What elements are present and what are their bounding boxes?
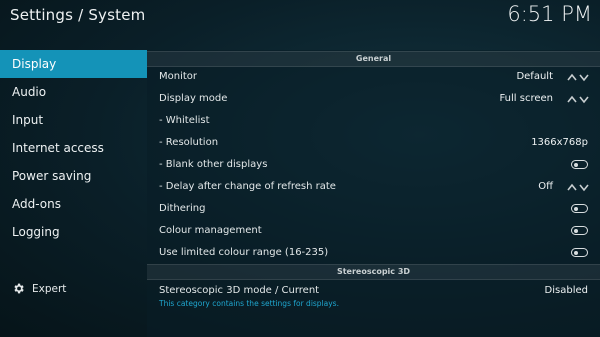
group-header-general: General bbox=[147, 51, 600, 67]
setting-label: - Blank other displays bbox=[159, 159, 268, 170]
sidebar-item-power-saving[interactable]: Power saving bbox=[0, 162, 147, 190]
setting-value: Full screen bbox=[499, 93, 553, 104]
sidebar-item-add-ons[interactable]: Add-ons bbox=[0, 190, 147, 218]
setting-delay-refresh-rate[interactable]: - Delay after change of refresh rate Off bbox=[147, 176, 600, 198]
sidebar-item-internet-access[interactable]: Internet access bbox=[0, 134, 147, 162]
toggle-switch[interactable] bbox=[571, 160, 588, 169]
setting-value: 1366x768p bbox=[531, 137, 588, 148]
setting-dithering[interactable]: Dithering bbox=[147, 198, 600, 220]
gear-icon bbox=[12, 282, 25, 295]
setting-label: - Delay after change of refresh rate bbox=[159, 181, 336, 192]
sidebar-item-display[interactable]: Display bbox=[0, 50, 147, 78]
toggle-switch[interactable] bbox=[571, 248, 588, 257]
setting-display-mode[interactable]: Display mode Full screen bbox=[147, 88, 600, 110]
settings-panel: General Monitor Default Display mode Ful… bbox=[147, 50, 600, 337]
setting-label: Dithering bbox=[159, 203, 206, 214]
category-description: This category contains the settings for … bbox=[159, 299, 339, 308]
setting-label: - Whitelist bbox=[159, 115, 210, 126]
setting-colour-management[interactable]: Colour management bbox=[147, 220, 600, 242]
setting-resolution[interactable]: - Resolution 1366x768p bbox=[147, 132, 600, 154]
setting-monitor[interactable]: Monitor Default bbox=[147, 66, 600, 88]
page-title: Settings / System bbox=[10, 6, 146, 24]
toggle-switch[interactable] bbox=[571, 204, 588, 213]
group-header-stereoscopic: Stereoscopic 3D bbox=[147, 264, 600, 280]
setting-label: Stereoscopic 3D mode / Current bbox=[159, 285, 320, 296]
sidebar-item-logging[interactable]: Logging bbox=[0, 218, 147, 246]
clock: 6:51 PM bbox=[507, 2, 592, 26]
setting-value: Disabled bbox=[544, 285, 588, 296]
setting-whitelist[interactable]: - Whitelist bbox=[147, 110, 600, 132]
toggle-switch[interactable] bbox=[571, 226, 588, 235]
setting-label: Display mode bbox=[159, 93, 228, 104]
sidebar-item-audio[interactable]: Audio bbox=[0, 78, 147, 106]
spinner-arrows-icon[interactable] bbox=[567, 182, 589, 192]
setting-label: Colour management bbox=[159, 225, 262, 236]
setting-value: Off bbox=[538, 181, 553, 192]
spinner-arrows-icon[interactable] bbox=[567, 72, 589, 82]
setting-blank-other-displays[interactable]: - Blank other displays bbox=[147, 154, 600, 176]
sidebar-item-input[interactable]: Input bbox=[0, 106, 147, 134]
expert-level-button[interactable]: Expert bbox=[12, 282, 66, 295]
setting-limited-colour-range[interactable]: Use limited colour range (16-235) bbox=[147, 242, 600, 264]
setting-label: - Resolution bbox=[159, 137, 219, 148]
expert-label: Expert bbox=[32, 282, 67, 295]
setting-label: Use limited colour range (16-235) bbox=[159, 247, 329, 258]
setting-label: Monitor bbox=[159, 71, 198, 82]
setting-value: Default bbox=[516, 71, 553, 82]
spinner-arrows-icon[interactable] bbox=[567, 94, 589, 104]
